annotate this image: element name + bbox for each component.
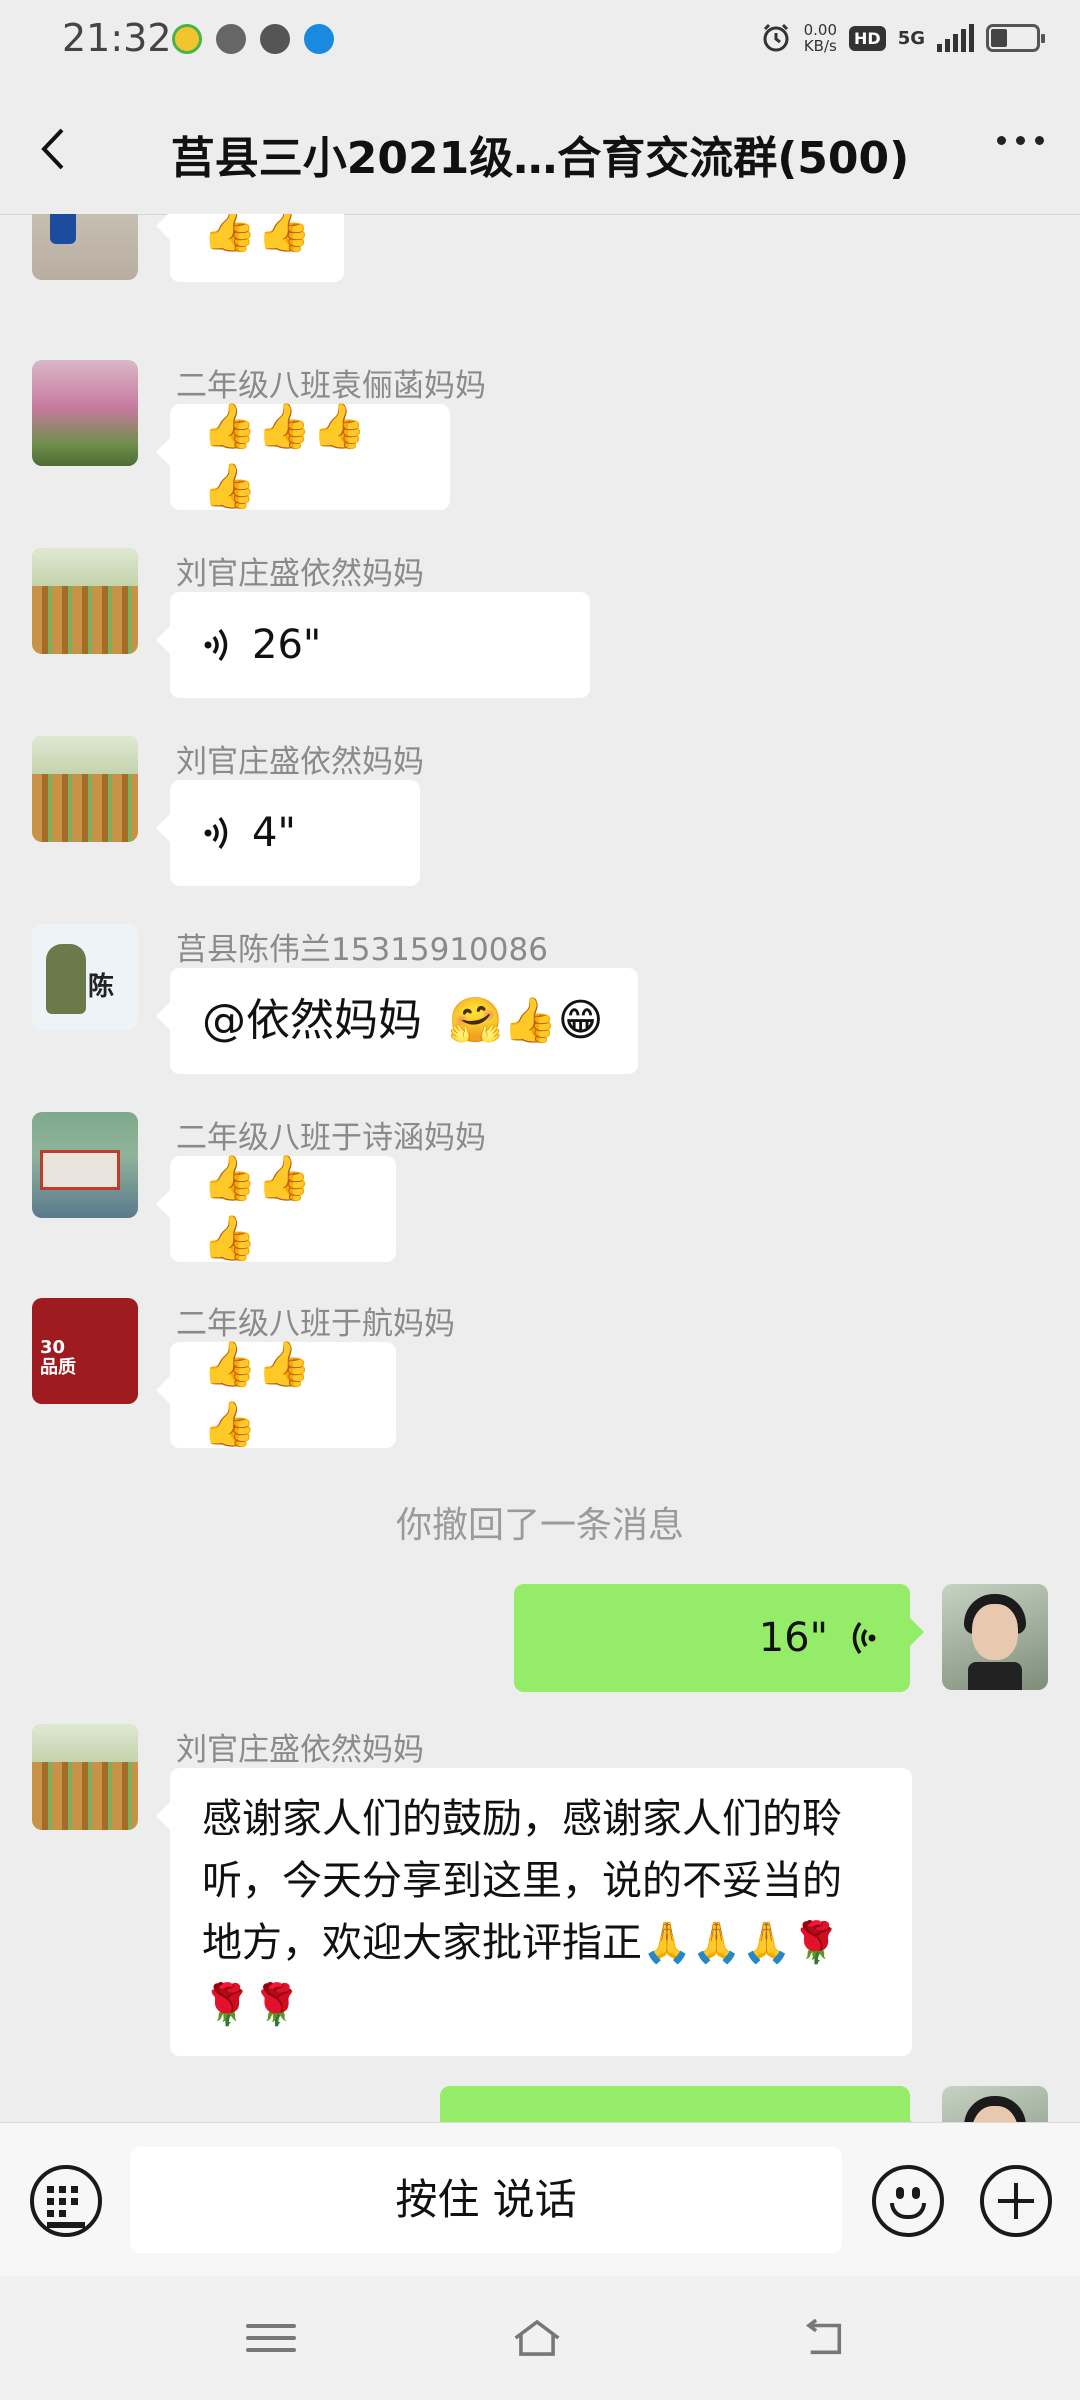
app-notification-icon bbox=[172, 24, 202, 54]
voice-wave-icon bbox=[852, 1621, 876, 1655]
system-nav-bar bbox=[0, 2276, 1080, 2400]
message-bubble[interactable]: @依然妈妈 🤗👍😁 bbox=[156, 968, 638, 1074]
avatar[interactable] bbox=[32, 736, 138, 842]
emoji-content: 👍👍👍 bbox=[202, 1153, 312, 1264]
emoji-content: 👍👍👍 bbox=[202, 1339, 312, 1450]
sender-name: 刘官庄盛依然妈妈 bbox=[176, 1732, 424, 1768]
system-message: 你撤回了一条消息 bbox=[395, 1505, 684, 1546]
avatar[interactable] bbox=[32, 1724, 138, 1830]
net-speed-unit: KB/s bbox=[803, 37, 837, 55]
message-text: @依然妈妈 bbox=[202, 995, 422, 1046]
sender-name: 刘官庄盛依然妈妈 bbox=[176, 556, 424, 592]
speed-notification-icon bbox=[260, 24, 290, 54]
chat-area[interactable]: 👍👍 二年级八班袁俪菡妈妈 👍👍👍👍 刘官庄盛依然妈妈 26" 刘官庄盛依然妈妈… bbox=[0, 214, 1080, 2122]
browser-notification-icon bbox=[304, 24, 334, 54]
back-icon[interactable] bbox=[800, 2316, 850, 2360]
message-bubble[interactable]: 👍👍 bbox=[156, 214, 344, 282]
home-icon[interactable] bbox=[512, 2316, 562, 2360]
message-bubble[interactable] bbox=[440, 2086, 924, 2122]
message-bubble[interactable]: 👍👍👍👍 bbox=[156, 401, 450, 512]
avatar[interactable] bbox=[942, 2086, 1048, 2122]
sender-name: 莒县陈伟兰15315910086 bbox=[176, 932, 548, 968]
status-time: 21:32 bbox=[62, 16, 172, 60]
chat-title: 莒县三小2021级…合育交流群(500) bbox=[170, 133, 910, 184]
voice-wave-icon bbox=[204, 628, 228, 662]
status-bar: 21:32 0.00 KB/s HD 5G bbox=[0, 0, 1080, 84]
avatar[interactable] bbox=[32, 360, 138, 466]
voice-message-bubble[interactable]: 4" bbox=[156, 780, 420, 886]
input-bar: 按住 说话 bbox=[0, 2122, 1080, 2277]
alarm-icon bbox=[763, 23, 789, 52]
wechat-notification-icon bbox=[216, 24, 246, 54]
sender-name: 刘官庄盛依然妈妈 bbox=[176, 744, 424, 780]
voice-wave-icon bbox=[204, 816, 228, 850]
message-bubble[interactable]: 👍👍👍 bbox=[156, 1153, 396, 1264]
avatar[interactable] bbox=[32, 548, 138, 654]
plus-icon[interactable] bbox=[980, 2165, 1052, 2237]
menu-icon[interactable] bbox=[246, 2316, 296, 2360]
avatar[interactable] bbox=[942, 1584, 1048, 1690]
voice-duration: 26" bbox=[252, 622, 322, 668]
voice-message-bubble[interactable]: 16" bbox=[514, 1584, 924, 1692]
emoji-icon[interactable] bbox=[872, 2165, 944, 2237]
more-icon[interactable] bbox=[997, 136, 1044, 145]
wifi-signal-icon bbox=[937, 24, 974, 52]
voice-duration: 4" bbox=[252, 810, 296, 856]
keyboard-icon[interactable] bbox=[30, 2165, 102, 2237]
avatar[interactable] bbox=[32, 214, 138, 280]
avatar[interactable]: 30 品质 bbox=[32, 1298, 138, 1404]
emoji-content: 👍👍👍👍 bbox=[202, 401, 367, 512]
chat-header: 莒县三小2021级…合育交流群(500) bbox=[0, 84, 1080, 215]
net-speed-value: 0.00 bbox=[803, 21, 838, 39]
message-text: 感谢家人们的鼓励，感谢家人们的聆听，今天分享到这里，说的不妥当的地方，欢迎大家批… bbox=[202, 1796, 842, 2028]
net-speed: 0.00 KB/s bbox=[804, 22, 837, 54]
message-bubble[interactable]: 感谢家人们的鼓励，感谢家人们的聆听，今天分享到这里，说的不妥当的地方，欢迎大家批… bbox=[156, 1768, 912, 2056]
emoji-content: 👍👍 bbox=[202, 214, 312, 255]
avatar[interactable]: 陈 bbox=[32, 924, 138, 1030]
emoji-content: 🤗👍😁 bbox=[448, 995, 604, 1046]
network-type: 5G bbox=[897, 27, 925, 49]
status-right: 0.00 KB/s HD 5G bbox=[760, 22, 1045, 54]
hold-to-talk-button[interactable]: 按住 说话 bbox=[130, 2147, 842, 2253]
battery-icon bbox=[986, 24, 1045, 52]
hd-badge: HD bbox=[849, 25, 886, 51]
avatar[interactable] bbox=[32, 1112, 138, 1218]
message-bubble[interactable]: 👍👍👍 bbox=[156, 1339, 396, 1450]
voice-message-bubble[interactable]: 26" bbox=[156, 592, 590, 698]
voice-duration: 16" bbox=[758, 1615, 828, 1661]
notification-icons bbox=[172, 24, 334, 54]
